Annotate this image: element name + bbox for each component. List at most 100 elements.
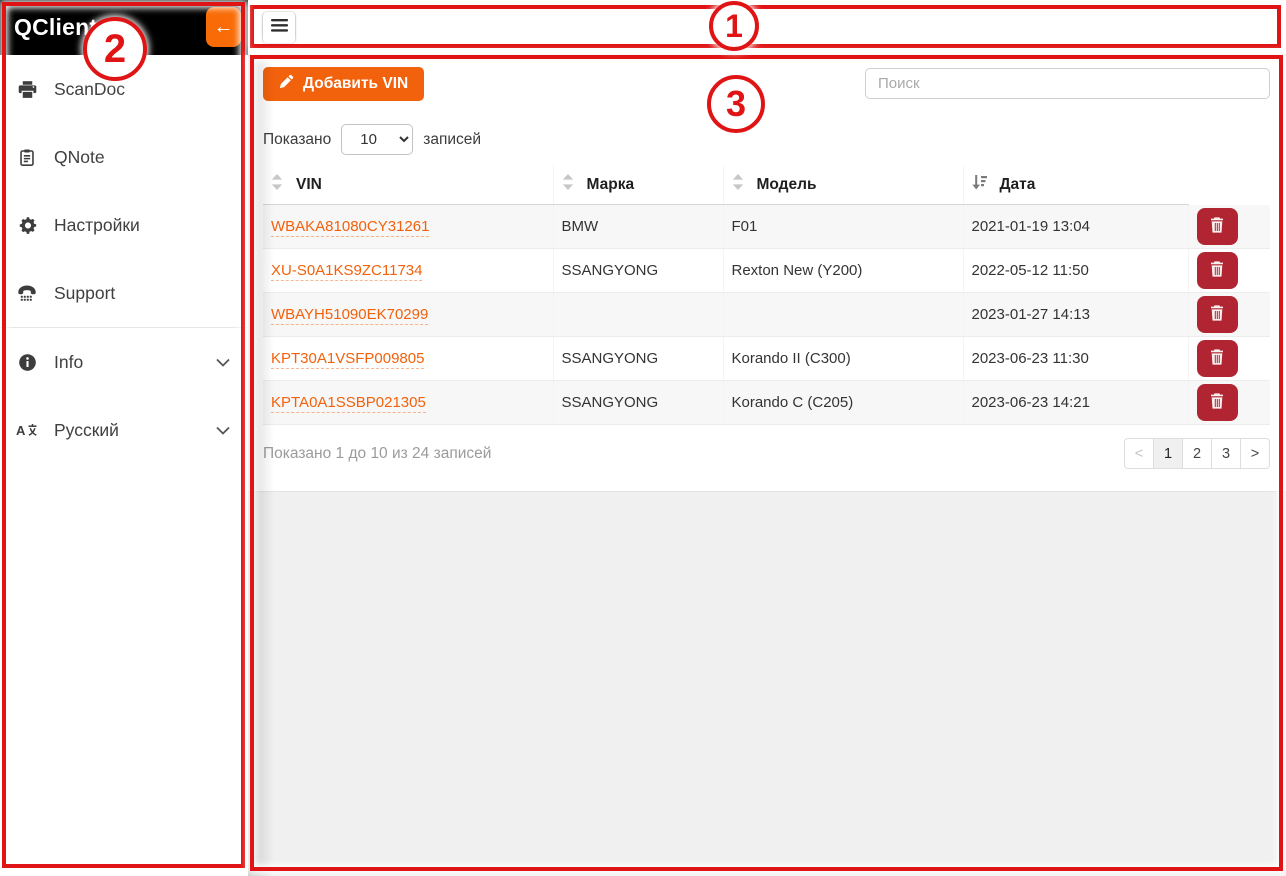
make-cell: SSANGYONG bbox=[553, 337, 723, 381]
actions-cell bbox=[1188, 249, 1270, 293]
sidebar-nav: ScanDoc QNote Настройки Support bbox=[0, 55, 248, 464]
pagination-page-1[interactable]: 1 bbox=[1153, 438, 1183, 469]
vin-link[interactable]: WBAKA81080CY31261 bbox=[271, 218, 429, 237]
column-header-date[interactable]: Дата bbox=[963, 165, 1188, 205]
delete-button[interactable] bbox=[1197, 384, 1238, 421]
printer-icon bbox=[16, 80, 38, 99]
language-icon: A bbox=[16, 422, 38, 438]
table-row: KPT30A1VSFP009805 SSANGYONG Korando II (… bbox=[263, 337, 1270, 381]
content-background bbox=[248, 492, 1286, 836]
actions-cell bbox=[1188, 293, 1270, 337]
sidebar-item-settings[interactable]: Настройки bbox=[0, 191, 248, 259]
trash-icon bbox=[1210, 217, 1224, 236]
info-icon bbox=[16, 353, 38, 372]
model-cell: Korando II (C300) bbox=[723, 337, 963, 381]
actions-cell bbox=[1188, 381, 1270, 425]
vin-cell: WBAYH51090EK70299 bbox=[263, 293, 553, 337]
delete-button[interactable] bbox=[1197, 252, 1238, 289]
trash-icon bbox=[1210, 393, 1224, 412]
sidebar-item-label: QNote bbox=[54, 147, 232, 168]
make-cell: BMW bbox=[553, 205, 723, 249]
vin-link[interactable]: KPT30A1VSFP009805 bbox=[271, 350, 424, 369]
sidebar-item-scandoc[interactable]: ScanDoc bbox=[0, 55, 248, 123]
sidebar: QClients ← ScanDoc QNote bbox=[0, 0, 248, 876]
length-suffix: записей bbox=[423, 131, 481, 149]
sort-both-icon bbox=[562, 174, 574, 195]
table-body: WBAKA81080CY31261 BMW F01 2021-01-19 13:… bbox=[263, 205, 1270, 425]
app-title: QClients bbox=[0, 14, 110, 41]
clipboard-icon bbox=[16, 148, 38, 167]
pagination: < 1 2 3 > bbox=[1124, 438, 1270, 469]
sidebar-item-qnote[interactable]: QNote bbox=[0, 123, 248, 191]
sidebar-header: QClients ← bbox=[0, 0, 248, 55]
arrow-left-icon: ← bbox=[214, 16, 234, 39]
date-cell: 2023-06-23 11:30 bbox=[963, 337, 1188, 381]
sidebar-toggle-button[interactable] bbox=[262, 11, 296, 44]
table-row: WBAKA81080CY31261 BMW F01 2021-01-19 13:… bbox=[263, 205, 1270, 249]
sidebar-item-info[interactable]: Info bbox=[0, 328, 248, 396]
hamburger-icon bbox=[271, 19, 288, 35]
main-area: Добавить VIN Показано 10 записей bbox=[248, 0, 1286, 876]
table-header-row: VIN Марка Модель Дата bbox=[263, 165, 1270, 205]
pagination-prev-button[interactable]: < bbox=[1124, 438, 1154, 469]
vin-link[interactable]: WBAYH51090EK70299 bbox=[271, 306, 428, 325]
vin-link[interactable]: KPTA0A1SSBP021305 bbox=[271, 394, 426, 413]
page-length-select[interactable]: 10 bbox=[341, 124, 413, 155]
delete-button[interactable] bbox=[1197, 208, 1238, 245]
pagination-next-button[interactable]: > bbox=[1240, 438, 1270, 469]
sidebar-item-label: Русский bbox=[54, 420, 216, 441]
topbar bbox=[248, 0, 1286, 55]
sidebar-item-label: Настройки bbox=[54, 215, 232, 236]
vin-table: VIN Марка Модель Дата bbox=[263, 165, 1270, 425]
column-header-model[interactable]: Модель bbox=[723, 165, 963, 205]
screen: QClients ← ScanDoc QNote bbox=[0, 0, 1286, 876]
add-vin-label: Добавить VIN bbox=[303, 75, 408, 93]
actions-cell bbox=[1188, 337, 1270, 381]
sidebar-collapse-button[interactable]: ← bbox=[206, 7, 241, 47]
phone-icon bbox=[16, 284, 38, 302]
sort-both-icon bbox=[271, 174, 283, 195]
date-cell: 2023-01-27 14:13 bbox=[963, 293, 1188, 337]
date-cell: 2023-06-23 14:21 bbox=[963, 381, 1188, 425]
chevron-down-icon bbox=[216, 358, 230, 367]
vin-cell: WBAKA81080CY31261 bbox=[263, 205, 553, 249]
toolbar-row: Добавить VIN bbox=[263, 67, 1270, 101]
length-prefix: Показано bbox=[263, 131, 331, 149]
records-info: Показано 1 до 10 из 24 записей bbox=[263, 445, 491, 463]
make-cell: SSANGYONG bbox=[553, 249, 723, 293]
sidebar-item-label: ScanDoc bbox=[54, 79, 232, 100]
vin-cell: KPT30A1VSFP009805 bbox=[263, 337, 553, 381]
add-vin-button[interactable]: Добавить VIN bbox=[263, 67, 424, 101]
sidebar-item-label: Info bbox=[54, 352, 216, 373]
table-row: KPTA0A1SSBP021305 SSANGYONG Korando C (C… bbox=[263, 381, 1270, 425]
actions-cell bbox=[1188, 205, 1270, 249]
delete-button[interactable] bbox=[1197, 340, 1238, 377]
vin-card: Добавить VIN Показано 10 записей bbox=[248, 55, 1286, 492]
sidebar-item-support[interactable]: Support bbox=[0, 259, 248, 327]
vin-link[interactable]: XU-S0A1KS9ZC11734 bbox=[271, 262, 422, 281]
column-header-vin[interactable]: VIN bbox=[263, 165, 553, 205]
table-row: WBAYH51090EK70299 2023-01-27 14:13 bbox=[263, 293, 1270, 337]
model-cell: Rexton New (Y200) bbox=[723, 249, 963, 293]
pagination-page-3[interactable]: 3 bbox=[1211, 438, 1241, 469]
sidebar-item-label: Support bbox=[54, 283, 232, 304]
pagination-page-2[interactable]: 2 bbox=[1182, 438, 1212, 469]
column-header-make[interactable]: Марка bbox=[553, 165, 723, 205]
sidebar-item-language[interactable]: A Русский bbox=[0, 396, 248, 464]
length-menu: Показано 10 записей bbox=[263, 124, 1270, 155]
trash-icon bbox=[1210, 305, 1224, 324]
delete-button[interactable] bbox=[1197, 296, 1238, 333]
chevron-down-icon bbox=[216, 426, 230, 435]
search-input[interactable] bbox=[865, 68, 1270, 99]
trash-icon bbox=[1210, 349, 1224, 368]
date-cell: 2021-01-19 13:04 bbox=[963, 205, 1188, 249]
model-cell: Korando C (C205) bbox=[723, 381, 963, 425]
model-cell: F01 bbox=[723, 205, 963, 249]
make-cell: SSANGYONG bbox=[553, 381, 723, 425]
main-body: Добавить VIN Показано 10 записей bbox=[248, 55, 1286, 876]
trash-icon bbox=[1210, 261, 1224, 280]
pencil-icon bbox=[279, 74, 294, 94]
table-footer: Показано 1 до 10 из 24 записей < 1 2 3 > bbox=[263, 425, 1270, 491]
vin-cell: KPTA0A1SSBP021305 bbox=[263, 381, 553, 425]
svg-text:A: A bbox=[16, 423, 26, 438]
